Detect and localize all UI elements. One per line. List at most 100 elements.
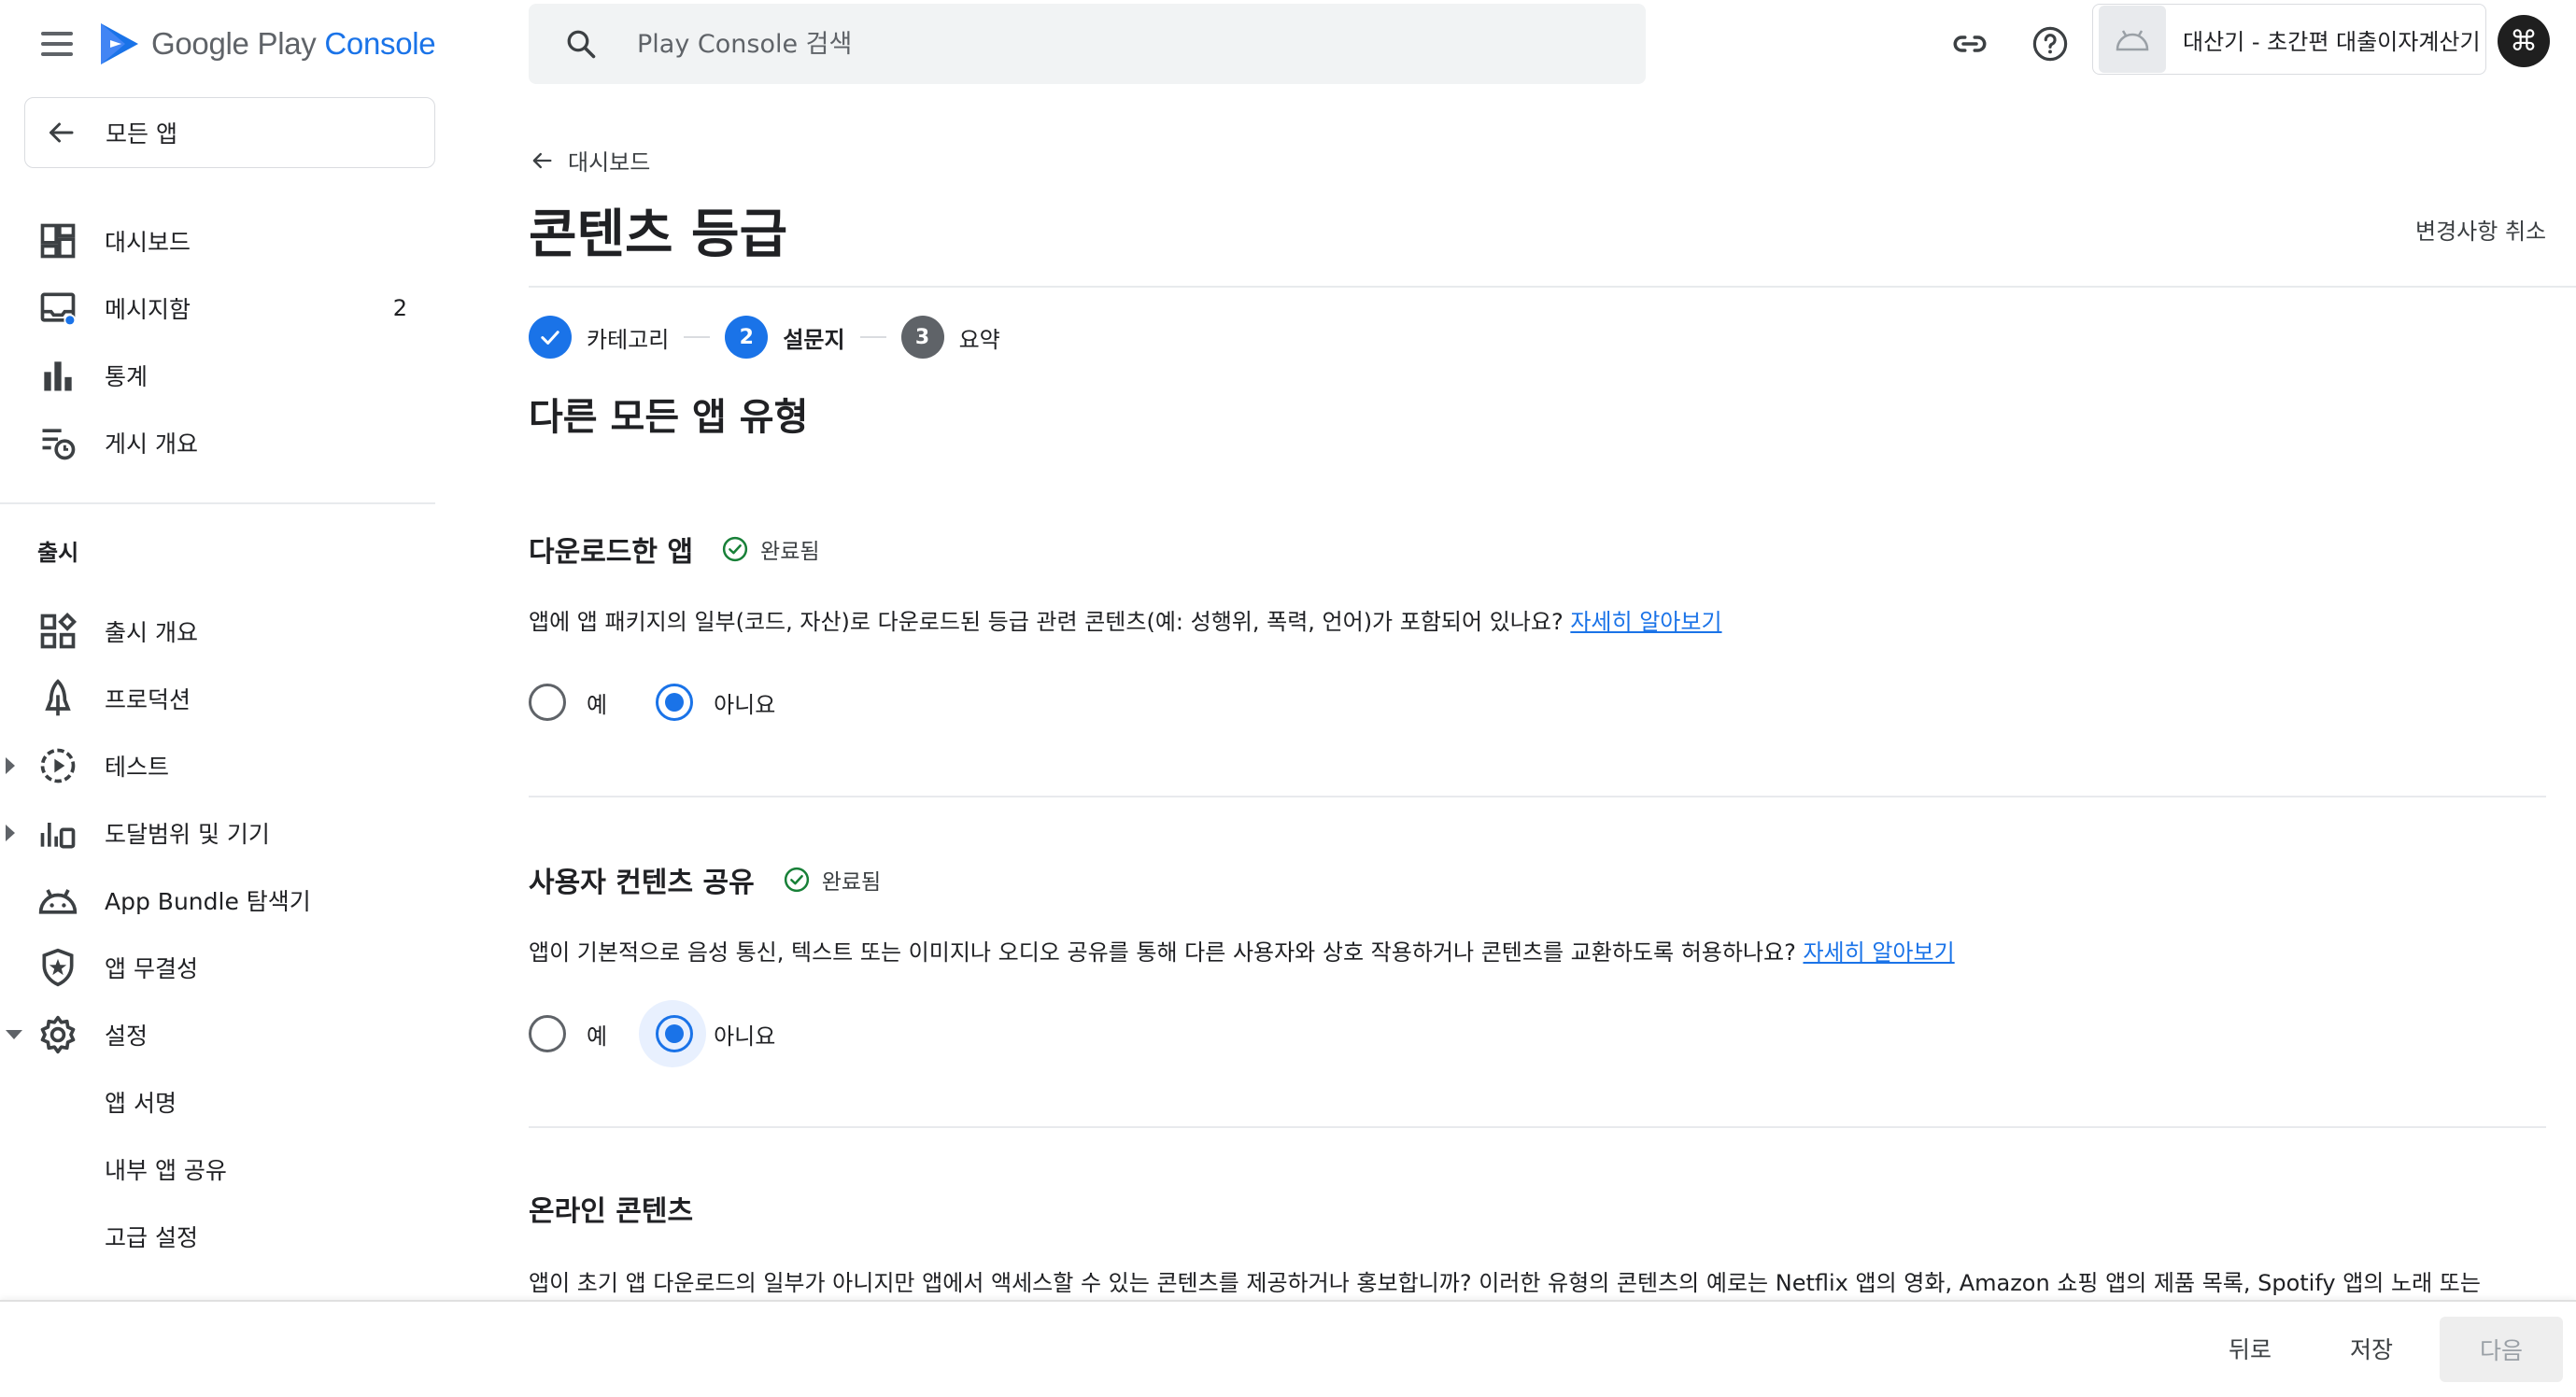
play-logo-icon [101, 23, 138, 64]
android-icon [38, 889, 78, 914]
sidebar-item-testing[interactable]: 테스트 [0, 732, 435, 799]
all-apps-label: 모든 앱 [106, 120, 177, 148]
radio-no[interactable] [656, 1015, 694, 1052]
save-button[interactable]: 저장 [2350, 1332, 2393, 1365]
title-divider [529, 286, 2576, 288]
sidebar-item-reach-devices[interactable]: 도달범위 및 기기 [0, 799, 435, 867]
page-title: 콘텐츠 등급 [529, 205, 788, 265]
question-divider [529, 1126, 2546, 1128]
sidebar-item-label: 테스트 [105, 754, 170, 781]
completed-status: 완료됨 [721, 533, 820, 565]
sidebar-item-app-integrity[interactable]: 앱 무결성 [0, 934, 435, 1001]
production-icon [45, 679, 71, 716]
shield-icon [42, 948, 74, 987]
radio-yes[interactable] [529, 1015, 566, 1052]
dashboard-icon [40, 223, 76, 259]
check-circle-icon [722, 536, 748, 562]
back-to-dashboard-link[interactable]: 대시보드 [529, 144, 650, 176]
radio-no[interactable] [656, 684, 694, 721]
learn-more-link[interactable]: 자세히 알아보기 [1803, 939, 1954, 966]
expand-caret-icon[interactable] [6, 757, 15, 774]
radio-yes-label: 예 [587, 1023, 608, 1050]
step-number: 2 [725, 316, 769, 359]
search-bar[interactable] [529, 4, 1646, 84]
question-online-content: 온라인 콘텐츠 [529, 1188, 693, 1229]
sidebar-item-release-overview[interactable]: 출시 개요 [0, 598, 435, 665]
step-number: 3 [900, 316, 944, 359]
next-button[interactable]: 다음 [2440, 1317, 2563, 1382]
step-category[interactable]: 카테고리 [529, 316, 669, 359]
account-avatar[interactable]: ⌘ [2498, 15, 2550, 67]
question-text: 앱이 기본적으로 음성 통신, 텍스트 또는 이미지나 오디오 공유를 통해 다… [529, 934, 1955, 967]
reach-devices-icon [40, 823, 76, 849]
arrow-back-icon [532, 152, 552, 168]
question-text: 앱에 앱 패키지의 일부(코드, 자산)로 다운로드된 등급 관련 콘텐츠(예:… [529, 603, 1722, 636]
footer-action-bar: 뒤로 저장 다음 [0, 1300, 2576, 1397]
expand-caret-icon[interactable] [6, 825, 15, 841]
publishing-overview-icon [42, 429, 76, 460]
question-body: 앱에 앱 패키지의 일부(코드, 자산)로 다운로드된 등급 관련 콘텐츠(예:… [529, 609, 1564, 635]
app-thumbnail [2099, 6, 2166, 73]
sidebar-item-dashboard[interactable]: 대시보드 [0, 207, 435, 275]
sidebar-item-label: 대시보드 [105, 229, 191, 256]
step-label: 요약 [958, 326, 1000, 353]
completed-status: 완료됨 [783, 864, 881, 896]
step-label: 설문지 [783, 326, 845, 353]
question-title: 사용자 컨텐츠 공유 [529, 867, 755, 899]
app-name: 대산기 - 초간편 대출이자계산기 [2183, 28, 2481, 55]
sidebar-item-label: 통계 [105, 363, 149, 390]
status-text: 완료됨 [821, 870, 882, 895]
all-apps-button[interactable]: 모든 앱 [24, 97, 435, 168]
menu-icon[interactable] [37, 28, 77, 60]
search-icon [567, 30, 596, 59]
link-icon[interactable] [1950, 24, 1989, 64]
radio-yes-label: 예 [587, 691, 608, 718]
release-overview-icon [40, 612, 78, 649]
check-circle-icon [784, 867, 809, 893]
collapse-caret-icon[interactable] [6, 1030, 22, 1039]
sidebar-item-production[interactable]: 프로덕션 [0, 665, 435, 732]
sidebar-item-label: 고급 설정 [105, 1224, 198, 1251]
status-text: 완료됨 [760, 540, 820, 564]
sidebar-item-app-signing[interactable]: 앱 서명 [0, 1068, 435, 1136]
brand-name: Google Play Console [151, 26, 436, 61]
step-summary[interactable]: 3 요약 [900, 316, 1000, 359]
sidebar-item-label: 도달범위 및 기기 [105, 821, 270, 848]
sidebar-item-publishing-overview[interactable]: 게시 개요 [0, 409, 435, 476]
sidebar-item-label: 설정 [105, 1023, 149, 1050]
learn-more-link[interactable]: 자세히 알아보기 [1570, 609, 1721, 635]
question-downloaded-app: 다운로드한 앱 완료됨 [529, 529, 820, 570]
step-connector [859, 336, 886, 338]
app-account-switcher[interactable]: 대산기 - 초간편 대출이자계산기 [2092, 4, 2486, 75]
android-icon [2116, 30, 2149, 51]
search-input[interactable] [637, 29, 1478, 59]
inbox-icon [40, 292, 77, 327]
sidebar-item-label: 출시 개요 [105, 619, 198, 646]
sidebar-item-advanced-settings[interactable]: 고급 설정 [0, 1203, 435, 1270]
step-label: 카테고리 [587, 326, 670, 353]
testing-icon [40, 748, 76, 783]
radio-yes[interactable] [529, 684, 566, 721]
question-title: 온라인 콘텐츠 [529, 1195, 694, 1228]
sidebar-item-app-bundle-explorer[interactable]: App Bundle 탐색기 [0, 867, 435, 934]
sidebar-item-internal-app-sharing[interactable]: 내부 앱 공유 [0, 1136, 435, 1203]
gear-icon [40, 1015, 76, 1054]
progress-stepper: 카테고리 2 설문지 3 요약 [529, 316, 1000, 359]
sidebar-item-inbox[interactable]: 메시지함 2 [0, 275, 435, 342]
sidebar-item-stats[interactable]: 통계 [0, 342, 435, 409]
inbox-count-badge: 2 [392, 295, 407, 321]
play-console-logo[interactable]: Google Play Console [99, 21, 436, 67]
step-questionnaire[interactable]: 2 설문지 [725, 316, 845, 359]
radio-no-label: 아니요 [714, 691, 776, 718]
sidebar-item-setup[interactable]: 설정 [0, 1001, 435, 1068]
back-link-label: 대시보드 [568, 149, 651, 176]
discard-changes-button[interactable]: 변경사항 취소 [2415, 213, 2546, 246]
sidebar-divider [0, 502, 435, 504]
question-title: 다운로드한 앱 [529, 536, 694, 569]
help-icon[interactable] [2031, 24, 2070, 64]
back-button[interactable]: 뒤로 [2229, 1332, 2272, 1365]
radio-no-label: 아니요 [714, 1023, 776, 1050]
sidebar-item-label: 프로덕션 [105, 686, 191, 713]
sidebar-item-label: 게시 개요 [105, 430, 198, 458]
sidebar-item-label: 앱 무결성 [105, 955, 198, 982]
